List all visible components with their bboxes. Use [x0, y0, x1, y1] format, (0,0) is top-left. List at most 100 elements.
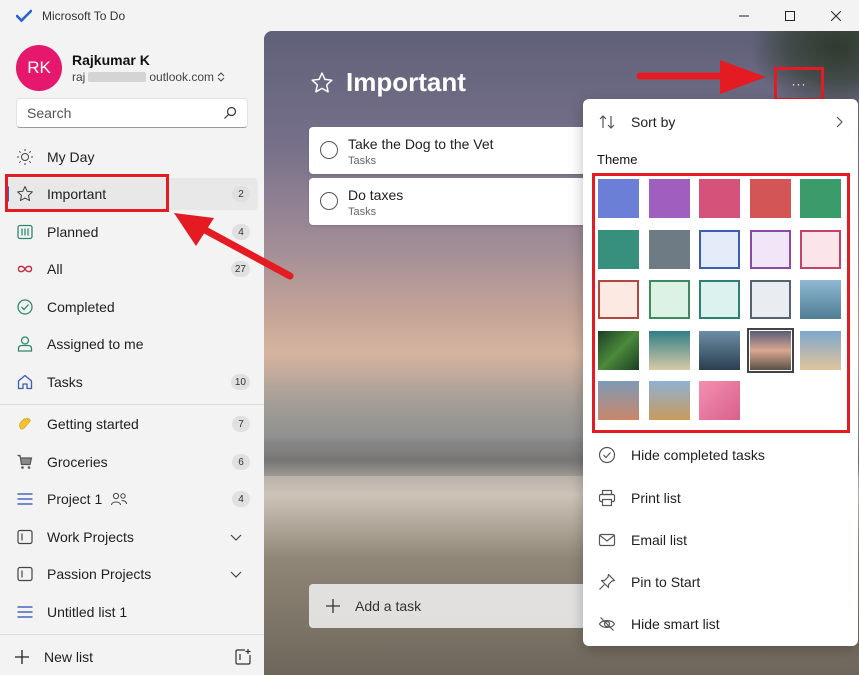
theme-swatch[interactable]	[800, 280, 841, 319]
theme-swatch[interactable]	[648, 229, 690, 269]
menu-item-label: Hide completed tasks	[631, 447, 765, 463]
annotation-arrow-icon	[174, 213, 294, 280]
theme-swatch[interactable]	[699, 179, 740, 218]
sidebar-item-my-day[interactable]: My Day	[6, 141, 258, 173]
avatar[interactable]: RK	[16, 45, 62, 91]
theme-swatch[interactable]	[598, 229, 639, 269]
menu-item-label: Email list	[631, 532, 688, 548]
sidebar-item-untitled-list-1[interactable]: Untitled list 1	[6, 596, 258, 628]
theme-swatch[interactable]	[800, 229, 841, 269]
sidebar-item-tasks[interactable]: Tasks 10	[6, 366, 258, 398]
theme-swatch[interactable]	[749, 179, 791, 218]
theme-swatch[interactable]	[648, 330, 690, 370]
theme-swatch[interactable]	[800, 179, 841, 218]
theme-picker	[592, 173, 850, 433]
theme-swatch[interactable]	[648, 179, 690, 218]
sidebar-item-label: Completed	[47, 299, 115, 315]
theme-swatch[interactable]	[699, 229, 740, 269]
sidebar-item-getting-started[interactable]: Getting started 7	[6, 408, 258, 440]
menu-item-label: Hide smart list	[631, 616, 720, 632]
theme-swatch[interactable]	[598, 330, 639, 370]
sidebar-item-label: Assigned to me	[47, 336, 144, 352]
theme-swatch[interactable]	[598, 280, 639, 319]
shared-people-icon	[110, 491, 128, 507]
chevron-down-icon[interactable]	[230, 529, 242, 545]
annotation-arrow-icon	[636, 60, 766, 94]
new-list-label: New list	[44, 649, 94, 665]
close-icon	[831, 10, 841, 21]
theme-swatch[interactable]	[800, 330, 841, 370]
theme-swatch[interactable]	[598, 381, 639, 420]
minimize-button[interactable]	[721, 0, 767, 31]
menu-item-print-list[interactable]: Print list	[583, 479, 858, 517]
chevron-down-icon[interactable]	[230, 566, 242, 582]
person-icon	[16, 335, 34, 353]
sidebar-item-label: Untitled list 1	[47, 604, 128, 620]
more-options-button[interactable]: ···	[774, 67, 824, 101]
sidebar-item-groceries[interactable]: Groceries 6	[6, 446, 258, 478]
close-button[interactable]	[813, 0, 859, 31]
count-badge: 10	[230, 374, 250, 390]
search-box[interactable]	[16, 98, 248, 128]
new-list-button[interactable]: New list	[14, 645, 254, 669]
sidebar-item-project-1[interactable]: Project 1 4	[6, 483, 258, 515]
complete-checkbox[interactable]	[320, 192, 338, 210]
complete-checkbox[interactable]	[320, 141, 338, 159]
task-item[interactable]: Do taxes Tasks	[309, 178, 589, 225]
printer-icon	[598, 489, 616, 507]
theme-swatch[interactable]	[746, 327, 794, 373]
window-title: Microsoft To Do	[42, 8, 126, 23]
chevron-right-icon	[836, 115, 844, 131]
menu-item-label: Sort by	[631, 114, 676, 130]
minimize-icon	[739, 15, 749, 16]
mail-icon	[598, 531, 616, 549]
menu-item-hide-completed[interactable]: Hide completed tasks	[583, 436, 858, 474]
task-item[interactable]: Take the Dog to the Vet Tasks	[309, 127, 589, 174]
menu-item-pin-to-start[interactable]: Pin to Start	[583, 563, 858, 601]
profile[interactable]: RK Rajkumar K raj outlook.com	[16, 45, 225, 91]
search-input[interactable]	[27, 105, 223, 121]
add-task-label: Add a task	[355, 598, 422, 614]
profile-email[interactable]: raj outlook.com	[72, 70, 225, 84]
more-options-icon: ···	[791, 77, 807, 91]
theme-swatch[interactable]	[699, 330, 740, 370]
sidebar-item-label: Groceries	[47, 454, 108, 470]
group-icon	[16, 565, 34, 583]
email-suffix: outlook.com	[149, 70, 215, 84]
theme-swatch[interactable]	[648, 280, 690, 319]
sidebar-item-label: Passion Projects	[47, 566, 152, 582]
sidebar-item-label: Planned	[47, 224, 99, 240]
theme-swatch[interactable]	[598, 179, 639, 218]
sidebar-item-completed[interactable]: Completed	[6, 291, 258, 323]
pin-icon	[598, 573, 616, 591]
chevron-updown-icon	[217, 72, 225, 82]
sidebar-group-passion-projects[interactable]: Passion Projects	[6, 558, 258, 590]
sort-icon	[598, 113, 616, 131]
menu-item-email-list[interactable]: Email list	[583, 521, 858, 559]
profile-name: Rajkumar K	[72, 52, 150, 68]
check-circle-icon	[16, 298, 34, 316]
task-list-name: Tasks	[348, 206, 377, 218]
theme-swatch[interactable]	[749, 280, 791, 319]
infinity-icon	[16, 260, 34, 278]
list-header: Important	[310, 67, 466, 98]
new-group-icon[interactable]	[234, 648, 252, 669]
sidebar-divider	[0, 634, 264, 635]
menu-item-sort-by[interactable]: Sort by	[583, 103, 858, 141]
highlight-box	[5, 174, 169, 212]
check-circle-icon	[598, 446, 616, 464]
add-task-input[interactable]: Add a task	[309, 584, 589, 628]
theme-swatch[interactable]	[699, 381, 740, 420]
sidebar-group-work-projects[interactable]: Work Projects	[6, 521, 258, 553]
theme-swatch[interactable]	[648, 381, 690, 420]
task-title: Take the Dog to the Vet	[348, 136, 494, 152]
sidebar-item-assigned[interactable]: Assigned to me	[6, 328, 258, 360]
search-icon[interactable]	[223, 106, 237, 120]
maximize-button[interactable]	[767, 0, 813, 31]
email-prefix: raj	[72, 70, 86, 84]
theme-swatch[interactable]	[749, 229, 791, 269]
sidebar-item-label: Getting started	[47, 416, 139, 432]
menu-item-hide-smart-list[interactable]: Hide smart list	[583, 605, 858, 643]
theme-swatch[interactable]	[699, 280, 740, 319]
sun-icon	[16, 148, 34, 166]
